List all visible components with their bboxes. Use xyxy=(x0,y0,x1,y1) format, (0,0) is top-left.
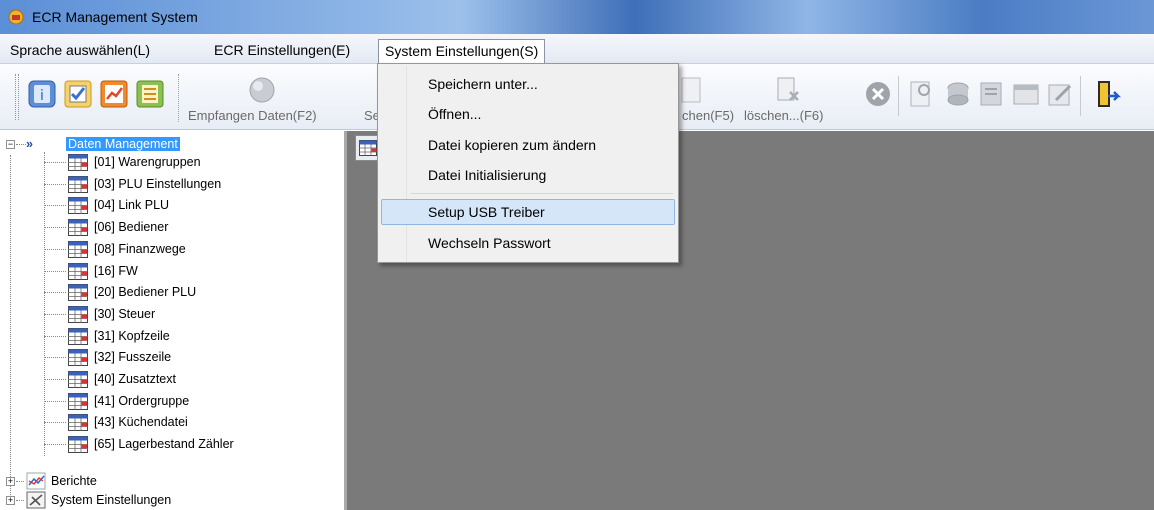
tree-node-item[interactable]: [30] Steuer xyxy=(94,304,155,325)
tree-connector xyxy=(44,400,66,402)
exit-door-icon[interactable] xyxy=(1090,78,1122,110)
menu-separator xyxy=(411,193,673,194)
tree-connector xyxy=(16,481,24,482)
delete-button[interactable]: löschen...(F6) xyxy=(744,108,823,123)
tree-connector xyxy=(44,183,66,185)
svg-text:i: i xyxy=(40,88,44,104)
grid-icon xyxy=(68,219,88,237)
tree-connector xyxy=(44,422,66,424)
tree-connector xyxy=(44,248,66,250)
tree-node-item[interactable]: [65] Lagerbestand Zähler xyxy=(94,434,234,455)
tree-node-item[interactable]: [03] PLU Einstellungen xyxy=(94,174,221,195)
tree-node-item[interactable]: [06] Bediener xyxy=(94,217,168,238)
tree-node-item[interactable]: [04] Link PLU xyxy=(94,195,169,216)
grid-icon xyxy=(68,392,88,410)
grid-icon xyxy=(68,327,88,345)
system-settings-dropdown: Speichern unter... Öffnen... Datei kopie… xyxy=(377,63,679,263)
list-icon[interactable] xyxy=(134,78,166,110)
tree-connector xyxy=(44,162,66,163)
chart-node-icon xyxy=(26,472,46,490)
expand-toggle[interactable]: + xyxy=(6,477,15,486)
toolbar-divider xyxy=(898,76,899,116)
tree-node-item[interactable]: [43] Küchendatei xyxy=(94,412,188,433)
tree-node-item[interactable]: [20] Bediener PLU xyxy=(94,282,196,303)
menu-item-initialize-file[interactable]: Datei Initialisierung xyxy=(381,162,675,188)
cancel-icon[interactable] xyxy=(862,78,894,110)
grid-icon xyxy=(359,140,377,156)
navigation-tree: − » Daten Management [01] Warengruppen [0… xyxy=(0,131,347,510)
tree-connector xyxy=(16,144,26,145)
tree-node-item[interactable]: [40] Zusatztext xyxy=(94,369,176,390)
tree-node-item[interactable]: [08] Finanzwege xyxy=(94,239,186,260)
report-icon[interactable] xyxy=(976,78,1008,110)
grid-icon xyxy=(68,154,88,171)
grid-icon xyxy=(68,175,88,193)
checklist-icon[interactable] xyxy=(62,78,94,110)
grid-icon xyxy=(68,371,88,388)
grid-icon xyxy=(68,240,88,258)
menu-item-change-password[interactable]: Wechseln Passwort xyxy=(381,230,675,256)
grid-icon xyxy=(68,349,88,367)
grid-icon xyxy=(68,284,88,302)
root-marker: » xyxy=(26,137,33,151)
window-icon[interactable] xyxy=(1010,78,1042,110)
menu-item-save-as[interactable]: Speichern unter... xyxy=(381,71,675,97)
grid-icon xyxy=(68,197,88,215)
receive-data-button[interactable]: Empfangen Daten(F2) xyxy=(188,108,317,123)
menu-item-setup-usb-driver[interactable]: Setup USB Treiber xyxy=(381,199,675,225)
tree-node-label: Daten Management xyxy=(66,137,180,151)
toolbar-divider xyxy=(1080,76,1081,116)
window-title: ECR Management System xyxy=(32,9,198,25)
edit-icon[interactable] xyxy=(1044,78,1076,110)
info-icon[interactable]: i xyxy=(26,78,58,110)
grid-icon xyxy=(68,305,88,323)
tree-node-system-einstellungen[interactable]: System Einstellungen xyxy=(51,490,171,510)
tree-node-item[interactable]: [01] Warengruppen xyxy=(94,152,201,173)
menu-item-copy-file[interactable]: Datei kopieren zum ändern xyxy=(381,132,675,158)
grid-icon xyxy=(68,262,88,280)
search-button[interactable]: chen(F5) xyxy=(682,108,734,123)
settings-node-icon xyxy=(26,491,46,509)
app-icon xyxy=(8,9,24,25)
toolbar-divider xyxy=(178,74,179,122)
tree-connector xyxy=(44,152,45,456)
expand-toggle[interactable]: + xyxy=(6,496,15,505)
grid-icon xyxy=(68,414,88,432)
search-doc-icon xyxy=(681,77,701,103)
receive-data-icon xyxy=(249,77,275,103)
tree-node-item[interactable]: [16] FW xyxy=(94,261,138,282)
tree-connector xyxy=(44,357,66,359)
toolbar-grip xyxy=(15,74,19,120)
menu-ecr-settings[interactable]: ECR Einstellungen(E) xyxy=(208,39,356,61)
delete-doc-icon xyxy=(777,77,799,101)
tree-connector xyxy=(44,227,66,229)
tree-connector xyxy=(44,270,66,272)
tree-connector xyxy=(44,313,66,315)
title-bar: ECR Management System xyxy=(0,0,1154,34)
tree-connector xyxy=(44,292,66,294)
tree-node-item[interactable]: [31] Kopfzeile xyxy=(94,326,170,347)
tree-connector xyxy=(16,500,24,501)
menu-system-settings[interactable]: System Einstellungen(S) xyxy=(378,39,546,65)
tree-connector xyxy=(44,444,66,446)
tree-node-item[interactable]: [41] Ordergruppe xyxy=(94,391,189,412)
grid-icon xyxy=(68,436,88,454)
chart-icon[interactable] xyxy=(98,78,130,110)
tree-connector xyxy=(44,335,66,337)
tree-node-item[interactable]: [32] Fusszeile xyxy=(94,347,171,368)
tree-connector xyxy=(44,205,66,207)
tree-connector xyxy=(10,155,11,501)
database-icon[interactable] xyxy=(942,78,974,110)
menu-language[interactable]: Sprache auswählen(L) xyxy=(4,39,156,61)
tree-node-berichte[interactable]: Berichte xyxy=(51,471,97,492)
menu-item-open[interactable]: Öffnen... xyxy=(381,101,675,127)
collapse-toggle[interactable]: − xyxy=(6,140,15,149)
search-file-icon[interactable] xyxy=(906,78,938,110)
tree-connector xyxy=(44,379,66,380)
menu-bar: Sprache auswählen(L) ECR Einstellungen(E… xyxy=(0,34,1154,65)
